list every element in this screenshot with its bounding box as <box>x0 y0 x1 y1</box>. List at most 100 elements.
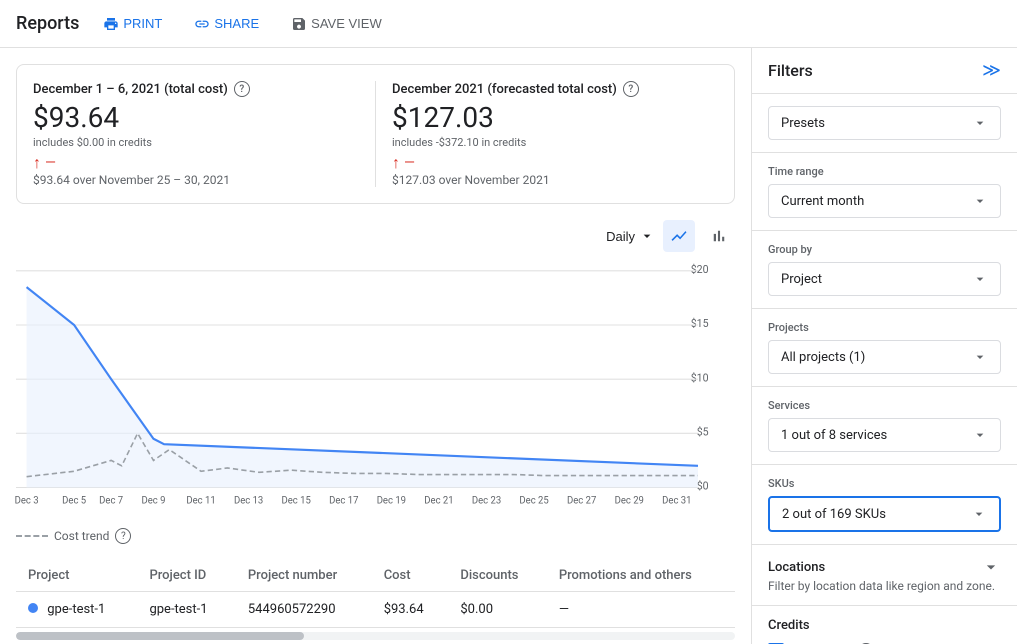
row-project-id: gpe-test-1 <box>137 592 235 628</box>
svg-text:Dec 15: Dec 15 <box>282 496 312 507</box>
time-range-chevron-icon <box>972 193 988 209</box>
svg-text:Dec 9: Dec 9 <box>141 496 165 507</box>
svg-text:$0: $0 <box>697 480 709 493</box>
cost-trend-info-icon[interactable]: ? <box>115 528 131 544</box>
svg-text:Dec 11: Dec 11 <box>186 496 215 507</box>
time-range-label: Time range <box>768 165 1001 178</box>
left-panel: December 1 – 6, 2021 (total cost) ? $93.… <box>0 48 752 644</box>
daily-select-button[interactable]: Daily <box>606 228 655 244</box>
card1-up-arrow-icon: ↑ <box>33 153 41 173</box>
filters-title: Filters <box>768 61 813 80</box>
credits-title: Credits <box>768 618 810 633</box>
card1-change: ↑ — <box>33 153 359 173</box>
share-icon <box>194 16 210 32</box>
skus-section: SKUs 2 out of 169 SKUs <box>752 465 1017 545</box>
skus-chevron-icon <box>971 506 987 522</box>
svg-text:$20: $20 <box>691 263 709 276</box>
top-header: Reports PRINT SHARE SAVE VIEW <box>0 0 1017 48</box>
row-promotions: — <box>547 592 735 628</box>
services-label: Services <box>768 399 1001 412</box>
credits-header: Credits <box>768 618 1001 633</box>
locations-sub: Filter by location data like region and … <box>768 579 1001 593</box>
group-by-chevron-icon <box>972 271 988 287</box>
svg-text:Dec 13: Dec 13 <box>234 496 263 507</box>
projects-label: Projects <box>768 321 1001 334</box>
table-row: gpe-test-1 gpe-test-1 544960572290 $93.6… <box>16 592 735 628</box>
projects-select[interactable]: All projects (1) <box>768 340 1001 374</box>
skus-select[interactable]: 2 out of 169 SKUs <box>768 496 1001 532</box>
card-current: December 1 – 6, 2021 (total cost) ? $93.… <box>33 81 359 187</box>
save-view-button[interactable]: SAVE VIEW <box>283 12 390 36</box>
bar-chart-button[interactable] <box>703 220 735 252</box>
card2-amount: $127.03 <box>392 101 718 134</box>
card1-info-icon[interactable]: ? <box>234 81 250 97</box>
row-project-number: 544960572290 <box>236 592 372 628</box>
presets-select[interactable]: Presets <box>768 106 1001 140</box>
line-chart-icon <box>670 227 688 245</box>
print-button[interactable]: PRINT <box>95 12 170 36</box>
line-chart-button[interactable] <box>663 220 695 252</box>
time-range-select[interactable]: Current month <box>768 184 1001 218</box>
data-table-wrapper: Project Project ID Project number Cost D… <box>16 560 735 640</box>
filters-header: Filters ≫ <box>752 48 1017 94</box>
presets-chevron-icon <box>972 115 988 131</box>
locations-chevron-icon <box>981 557 1001 577</box>
card1-dash-icon: — <box>45 155 56 171</box>
table-header-row: Project Project ID Project number Cost D… <box>16 560 735 592</box>
locations-row[interactable]: Locations <box>768 557 1001 577</box>
group-by-select[interactable]: Project <box>768 262 1001 296</box>
svg-text:Dec 31: Dec 31 <box>662 496 691 507</box>
col-cost: Cost <box>372 560 449 592</box>
services-section: Services 1 out of 8 services <box>752 387 1017 465</box>
card1-amount: $93.64 <box>33 101 359 134</box>
cost-trend-legend: Cost trend ? <box>16 528 735 544</box>
card1-includes: includes $0.00 in credits <box>33 136 359 149</box>
chart-svg: $20 $15 $10 $5 $0 Dec 3 Dec 5 <box>16 260 735 520</box>
project-dot-icon <box>28 603 38 613</box>
filters-panel: Filters ≫ Presets Time range Current mon… <box>752 48 1017 644</box>
card2-title: December 2021 (forecasted total cost) ? <box>392 81 718 97</box>
card-divider <box>375 81 376 187</box>
col-promotions: Promotions and others <box>547 560 735 592</box>
group-by-label: Group by <box>768 243 1001 256</box>
row-discounts: $0.00 <box>448 592 546 628</box>
svg-text:Dec 21: Dec 21 <box>424 496 453 507</box>
card-forecast: December 2021 (forecasted total cost) ? … <box>392 81 718 187</box>
presets-section: Presets <box>752 94 1017 153</box>
print-icon <box>103 16 119 32</box>
card1-title: December 1 – 6, 2021 (total cost) ? <box>33 81 359 97</box>
svg-text:$15: $15 <box>691 317 709 330</box>
chart-area: $20 $15 $10 $5 $0 Dec 3 Dec 5 <box>16 260 735 520</box>
services-select[interactable]: 1 out of 8 services <box>768 418 1001 452</box>
col-discounts: Discounts <box>448 560 546 592</box>
locations-label: Locations <box>768 560 825 575</box>
card2-info-icon[interactable]: ? <box>623 81 639 97</box>
time-range-section: Time range Current month <box>752 153 1017 231</box>
svg-text:$10: $10 <box>691 371 709 384</box>
bar-chart-icon <box>710 227 728 245</box>
credits-section: Credits Discounts ? Sustained use discou… <box>752 606 1017 644</box>
main-container: December 1 – 6, 2021 (total cost) ? $93.… <box>0 48 1017 644</box>
page-title: Reports <box>16 13 79 34</box>
dashed-line-icon <box>16 535 48 537</box>
services-chevron-icon <box>972 427 988 443</box>
svg-text:Dec 19: Dec 19 <box>377 496 406 507</box>
chart-controls: Daily <box>16 220 735 252</box>
svg-text:Dec 25: Dec 25 <box>519 496 549 507</box>
scrollbar-thumb <box>16 632 304 640</box>
col-project: Project <box>16 560 137 592</box>
projects-section: Projects All projects (1) <box>752 309 1017 387</box>
horizontal-scrollbar[interactable] <box>16 632 735 640</box>
card2-change-text: $127.03 over November 2021 <box>392 173 718 187</box>
group-by-section: Group by Project <box>752 231 1017 309</box>
filters-collapse-button[interactable]: ≫ <box>982 60 1001 81</box>
svg-text:Dec 29: Dec 29 <box>615 496 644 507</box>
svg-text:Dec 3: Dec 3 <box>15 496 39 507</box>
projects-chevron-icon <box>972 349 988 365</box>
row-project: gpe-test-1 <box>16 592 137 628</box>
card2-dash-icon: — <box>404 155 415 171</box>
data-table: Project Project ID Project number Cost D… <box>16 560 735 628</box>
share-button[interactable]: SHARE <box>186 12 267 36</box>
card1-change-text: $93.64 over November 25 – 30, 2021 <box>33 173 359 187</box>
card2-up-arrow-icon: ↑ <box>392 153 400 173</box>
